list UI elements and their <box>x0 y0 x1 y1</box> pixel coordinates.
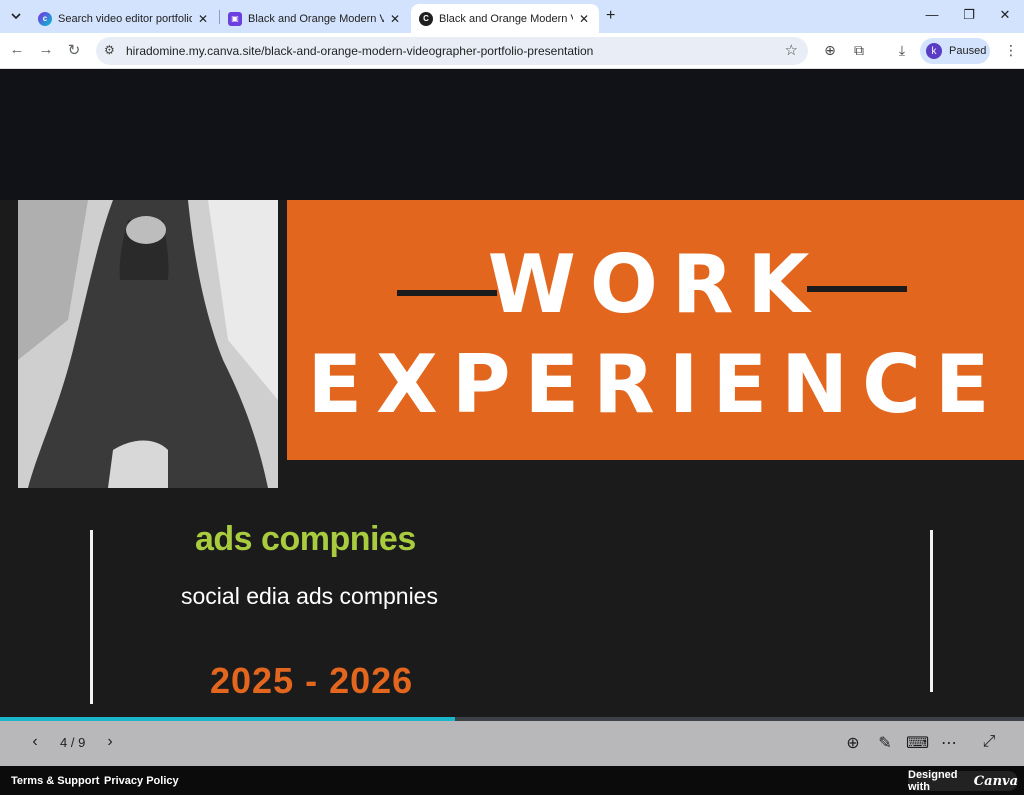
avatar: k <box>926 43 942 59</box>
profile-button[interactable]: k Paused <box>920 38 990 64</box>
extensions-icon[interactable]: ⧉ <box>850 42 868 59</box>
tab-title: Search video editor portfolio - C <box>58 12 192 25</box>
canva-search-icon: c <box>38 11 52 26</box>
title-banner: WORK EXPERIENCE <box>287 200 1024 460</box>
browser-toolbar: ← → ↻ ⚙ hiradomine.my.canva.site/black-a… <box>0 33 1024 69</box>
years: 2025 - 2026 <box>210 660 414 701</box>
terms-link[interactable]: Terms & Support <box>11 775 99 787</box>
reload-button[interactable]: ↻ <box>64 41 84 59</box>
close-window-button[interactable]: ✕ <box>993 7 1017 23</box>
subtitle: ads compnies <box>195 520 416 558</box>
designed-with-label: Designed with <box>908 769 958 793</box>
slide-title-line1: WORK <box>487 238 824 331</box>
tab-title: Black and Orange Modern Vide <box>248 12 384 25</box>
close-tab-icon[interactable]: ✕ <box>577 12 591 26</box>
designed-with-canva-badge[interactable]: Designed with Canva <box>908 769 1018 793</box>
page-indicator: 4 / 9 <box>60 735 86 750</box>
presentation-controls: ‹ 4 / 9 › ⊕ ✎ ⌨ ⋯ ⤢ <box>0 721 1024 766</box>
description: social edia ads compnies <box>181 583 438 609</box>
next-slide-button[interactable]: › <box>99 733 121 751</box>
bookmark-star-icon[interactable]: ☆ <box>785 41 798 59</box>
tab-search-button[interactable] <box>6 6 26 26</box>
right-divider <box>930 530 933 692</box>
site-info-icon[interactable]: ⚙ <box>104 43 115 57</box>
back-button[interactable]: ← <box>7 41 27 58</box>
zoom-icon[interactable]: ⊕ <box>842 733 864 753</box>
portrait-image <box>18 200 278 488</box>
browser-menu-icon[interactable]: ⋮ <box>1004 42 1018 59</box>
keyboard-icon[interactable]: ⌨ <box>906 733 929 753</box>
tab-strip: c Search video editor portfolio - C ✕ ▣ … <box>0 0 1024 33</box>
canva-logo: Canva <box>973 773 1018 789</box>
profile-status: Paused <box>949 45 987 57</box>
slide-title-line2: EXPERIENCE <box>307 338 1004 431</box>
chevron-down-icon <box>11 13 21 20</box>
left-divider <box>90 530 93 704</box>
close-tab-icon[interactable]: ✕ <box>196 12 210 26</box>
tab-presentation-1[interactable]: ▣ Black and Orange Modern Vide ✕ <box>220 4 410 33</box>
draw-icon[interactable]: ✎ <box>874 733 896 753</box>
portrait-photo <box>18 200 278 488</box>
presentation-viewer: WORK EXPERIENCE ads compnies social edia… <box>0 70 1024 777</box>
site-footer: Terms & Support Privacy Policy Designed … <box>0 766 1024 795</box>
url-text[interactable]: hiradomine.my.canva.site/black-and-orang… <box>126 44 593 58</box>
more-options-icon[interactable]: ⋯ <box>938 733 960 753</box>
tab-title: Black and Orange Modern Vide <box>439 12 573 25</box>
privacy-link[interactable]: Privacy Policy <box>104 775 179 787</box>
slide: WORK EXPERIENCE ads compnies social edia… <box>0 200 1024 777</box>
restore-button[interactable]: ❐ <box>957 7 981 23</box>
new-tab-button[interactable]: + <box>606 7 615 25</box>
canva-c-icon: C <box>419 11 433 26</box>
translate-icon[interactable]: ⊕ <box>821 42 839 59</box>
close-tab-icon[interactable]: ✕ <box>388 12 402 26</box>
fullscreen-icon[interactable]: ⤢ <box>978 733 1000 751</box>
previous-slide-button[interactable]: ‹ <box>24 733 46 751</box>
tab-search-portfolio[interactable]: c Search video editor portfolio - C ✕ <box>30 4 218 33</box>
forward-button[interactable]: → <box>36 41 56 58</box>
minimize-button[interactable]: — <box>920 7 944 22</box>
tab-presentation-active[interactable]: C Black and Orange Modern Vide ✕ <box>411 4 599 33</box>
slides-icon: ▣ <box>228 11 242 26</box>
download-icon[interactable]: ⤓ <box>893 42 911 59</box>
address-bar[interactable]: ⚙ hiradomine.my.canva.site/black-and-ora… <box>96 37 808 65</box>
